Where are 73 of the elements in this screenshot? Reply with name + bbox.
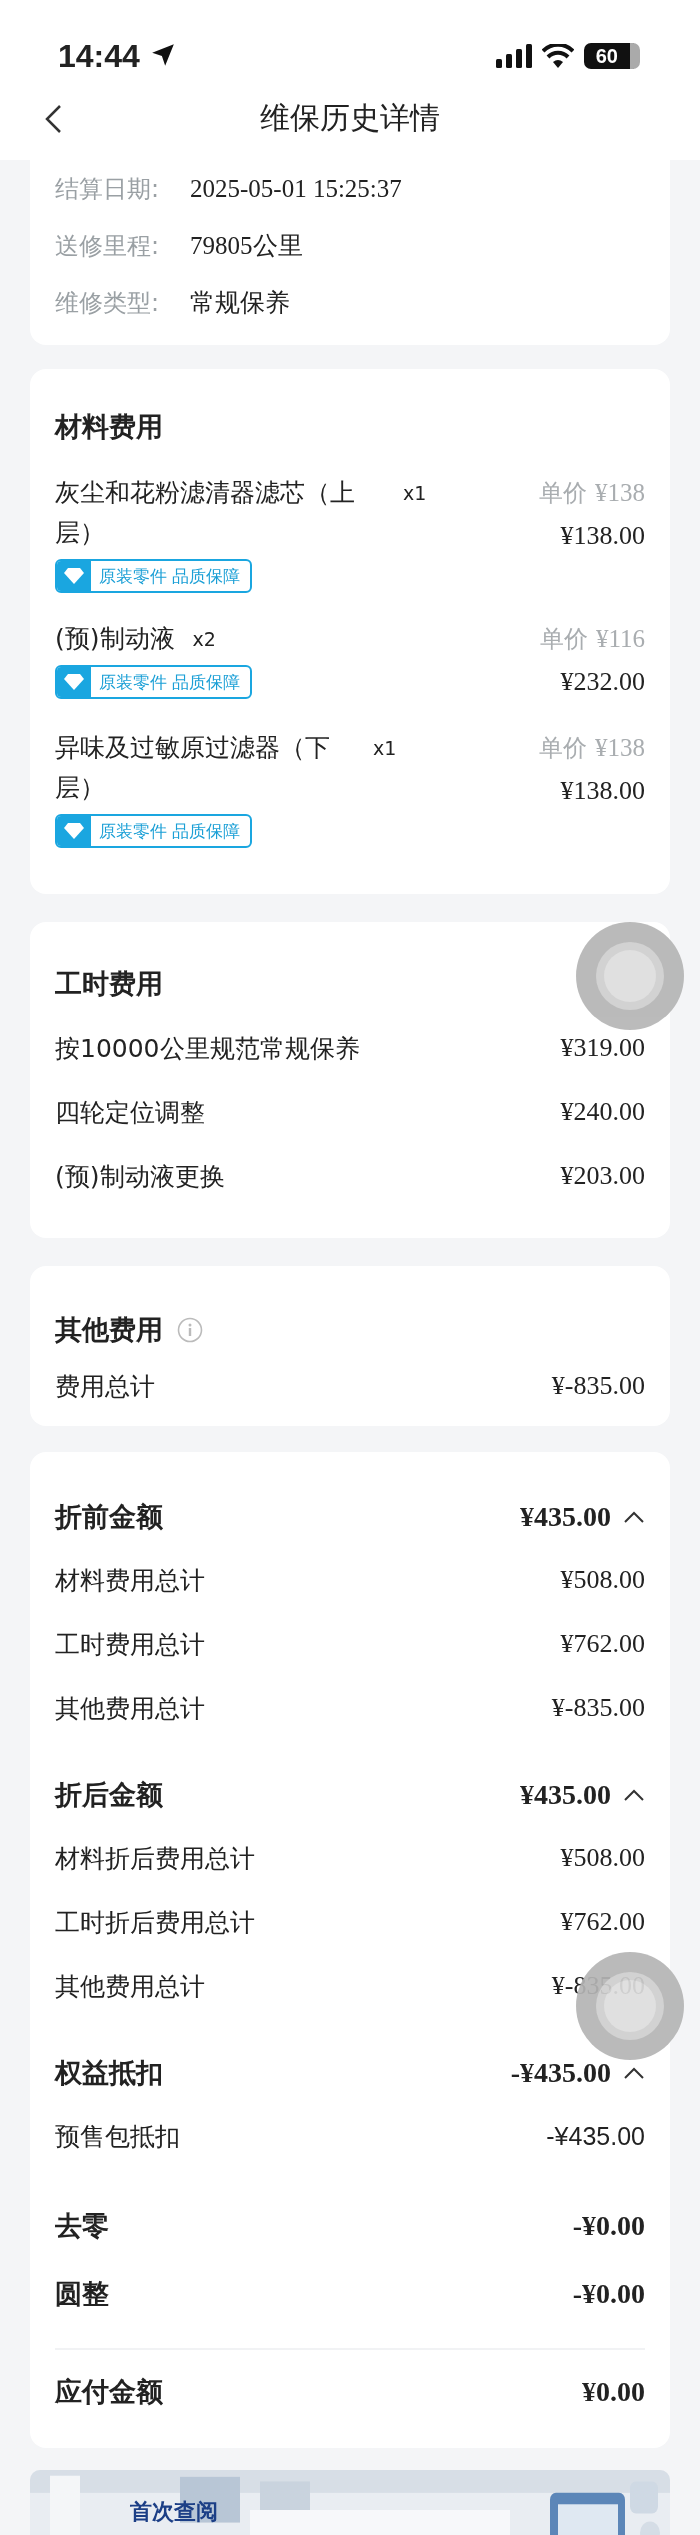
info-value: 2025-05-01 15:25:37 <box>190 174 402 203</box>
unit-price: ¥116 <box>595 625 645 652</box>
summary-row-label: 预售包抵扣 <box>55 2120 180 2153</box>
labor-item-name: 按10000公里规范常规保养 <box>55 1032 360 1065</box>
item-name: 异味及过敏原过滤器（下层） <box>55 732 331 804</box>
summary-row-label: 工时费用总计 <box>55 1628 205 1661</box>
adjustment-amount: -¥0.00 <box>572 2210 645 2242</box>
fee-label: 费用总计 <box>55 1370 155 1403</box>
labor-item-amount: ¥240.00 <box>560 1096 645 1128</box>
summary-amount: -¥435.00 <box>510 2057 611 2089</box>
fee-amount: ¥-835.00 <box>551 1370 645 1402</box>
summary-row-label: 材料折后费用总计 <box>55 1842 255 1875</box>
info-label: 维修类型: <box>55 287 161 319</box>
item-quantity: x1 <box>403 481 427 506</box>
payable-label: 应付金额 <box>55 2375 163 2409</box>
back-icon[interactable] <box>44 104 62 134</box>
summary-row-amount: ¥762.00 <box>560 1628 645 1660</box>
item-name: 灰尘和花粉滤清器滤芯（上层） <box>55 477 356 549</box>
labor-item-amount: ¥319.00 <box>560 1032 645 1064</box>
labor-item-name: (预)制动液更换 <box>55 1160 225 1193</box>
item-quantity: x1 <box>373 736 397 761</box>
signal-icon <box>495 44 532 68</box>
info-value: 常规保养 <box>190 288 290 318</box>
summary-title: 权益抵扣 <box>55 2056 163 2090</box>
unit-price-label: 单价 <box>539 734 587 762</box>
unit-price: ¥138 <box>595 479 645 506</box>
section-title: 材料费用 <box>55 410 164 444</box>
section-title: 工时费用 <box>55 967 164 1001</box>
labor-item-name: 四轮定位调整 <box>55 1096 205 1129</box>
adjustment-label: 圆整 <box>55 2277 109 2311</box>
summary-title: 折前金额 <box>55 1500 163 1534</box>
diamond-icon <box>63 567 85 585</box>
section-title: 其他费用 <box>55 1313 163 1347</box>
item-quantity: x2 <box>192 627 216 652</box>
summary-row-label: 材料费用总计 <box>55 1564 205 1597</box>
info-value: 79805公里 <box>190 231 303 261</box>
badge-text: 原装零件 品质保障 <box>98 565 242 588</box>
caret-up-icon[interactable] <box>623 1510 645 1524</box>
info-label: 送修里程: <box>55 230 161 262</box>
badge-text: 原装零件 品质保障 <box>98 671 242 694</box>
status-time: 14:44 <box>58 37 140 76</box>
summary-row-amount: ¥-835.00 <box>551 1692 645 1724</box>
caret-up-icon[interactable] <box>623 2066 645 2080</box>
summary-amount: ¥435.00 <box>520 1779 611 1811</box>
banner-text: 首次查阅 <box>130 2498 218 2526</box>
adjustment-amount: -¥0.00 <box>572 2278 645 2310</box>
unit-price-label: 单价 <box>539 479 587 507</box>
item-total: ¥232.00 <box>559 666 645 698</box>
item-name: (预)制动液 <box>55 623 175 655</box>
battery-indicator: 60 <box>583 43 640 69</box>
diamond-icon <box>63 673 85 691</box>
diamond-icon <box>63 822 85 840</box>
adjustment-label: 去零 <box>55 2209 109 2243</box>
payable-amount: ¥0.00 <box>582 2376 645 2408</box>
summary-row-label: 其他费用总计 <box>55 1692 205 1725</box>
summary-amount: ¥435.00 <box>520 1501 611 1533</box>
summary-row-amount: ¥762.00 <box>560 1906 645 1938</box>
summary-row-amount: -¥435.00 <box>546 2121 645 2151</box>
summary-row-label: 工时折后费用总计 <box>55 1906 255 1939</box>
item-total: ¥138.00 <box>559 775 645 807</box>
summary-row-amount: ¥508.00 <box>560 1564 645 1596</box>
wifi-icon <box>541 44 574 68</box>
labor-item-amount: ¥203.00 <box>560 1160 645 1192</box>
unit-price-label: 单价 <box>539 625 588 653</box>
caret-up-icon[interactable] <box>623 1788 645 1802</box>
unit-price: ¥138 <box>595 734 645 761</box>
summary-title: 折后金额 <box>55 1778 163 1812</box>
summary-row-amount: ¥508.00 <box>560 1842 645 1874</box>
info-label: 结算日期: <box>55 173 161 205</box>
item-total: ¥138.00 <box>559 520 645 552</box>
page-title: 维保历史详情 <box>260 98 440 137</box>
badge-text: 原装零件 品质保障 <box>98 820 242 843</box>
summary-row-label: 其他费用总计 <box>55 1970 205 2003</box>
